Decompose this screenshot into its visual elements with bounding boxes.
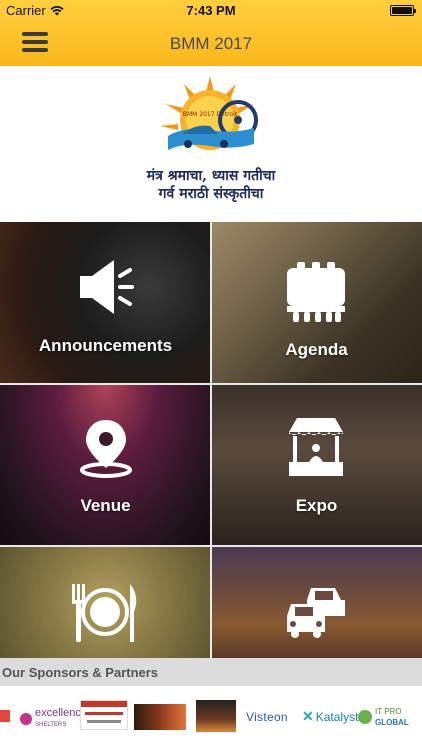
- grid-divider-horizontal: [0, 383, 422, 385]
- status-time: 7:43 PM: [186, 3, 236, 18]
- tile-venue[interactable]: Venue: [0, 384, 211, 546]
- megaphone-icon: [80, 260, 134, 314]
- tile-agenda-label: Agenda: [285, 340, 348, 359]
- top-bar: Carrier 7:43 PM BMM 2017: [0, 0, 422, 66]
- dining-plate-icon: [72, 584, 137, 642]
- sponsor-excellence-sub: SHELTERS: [35, 722, 67, 728]
- tile-venue-label: Venue: [80, 496, 131, 515]
- sponsor-it-pro-global[interactable]: IT PRO GLOBAL: [358, 706, 409, 728]
- tagline-line-1: मंत्र श्रमाचा, ध्यास गतीचा: [146, 168, 276, 184]
- sponsor-air-india-ad[interactable]: [80, 700, 128, 730]
- sponsor-excellence[interactable]: excellence SHELTERS: [20, 708, 87, 730]
- sponsor-banner-ad-2[interactable]: [196, 700, 236, 732]
- tile-announcements-label: Announcements: [38, 336, 173, 355]
- market-stall-icon: [289, 418, 343, 476]
- sponsor-katalyst-name: Katalyst: [315, 709, 359, 724]
- sponsor-itpro-sub: GLOBAL: [375, 718, 409, 727]
- logo-banner: BMM 2017 Detroit मंत्र श्रमाचा, ध्यास गत…: [0, 66, 422, 222]
- tile-expo[interactable]: Expo: [211, 384, 422, 546]
- tile-transport[interactable]: [211, 546, 422, 658]
- status-bar: Carrier 7:43 PM: [0, 0, 422, 22]
- battery-icon: [390, 5, 416, 16]
- tile-food[interactable]: [0, 546, 211, 658]
- sponsor-visteon[interactable]: Visteon: [246, 710, 288, 724]
- globe-icon: [358, 710, 372, 724]
- map-pin-icon: [80, 420, 132, 478]
- cars-icon: [287, 588, 345, 638]
- sponsor-itpro-name: IT PRO: [375, 707, 402, 716]
- tile-expo-label: Expo: [295, 496, 338, 515]
- grid-divider-horizontal: [0, 545, 422, 547]
- sponsor-banner-ad-1[interactable]: [134, 704, 186, 730]
- tile-announcements[interactable]: Announcements: [0, 222, 211, 384]
- calendar-icon: [287, 262, 345, 322]
- excellence-logo-icon: [20, 713, 32, 725]
- tagline-line-2: गर्व मराठी संस्कृतीचा: [158, 186, 264, 202]
- page-title: BMM 2017: [169, 34, 253, 53]
- tile-agenda[interactable]: Agenda: [211, 222, 422, 384]
- sponsor-katalyst[interactable]: ✕ Katalyst: [302, 708, 358, 725]
- bmm-logo-emblem: BMM 2017 Detroit: [160, 76, 258, 150]
- sponsor-logo-partial[interactable]: [0, 710, 10, 722]
- sponsors-carousel[interactable]: excellence SHELTERS Visteon ✕ Katalyst I…: [0, 686, 422, 750]
- grid-divider-vertical: [210, 222, 212, 658]
- logo-emblem-text: BMM 2017 Detroit: [183, 111, 238, 118]
- sponsors-header: Our Sponsors & Partners: [0, 658, 422, 686]
- katalyst-logo-icon: ✕: [302, 708, 314, 724]
